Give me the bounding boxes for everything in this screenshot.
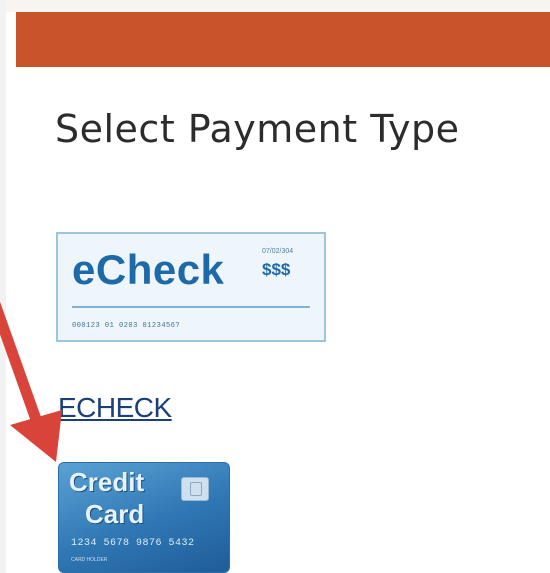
top-padding bbox=[0, 0, 550, 12]
echeck-image-date: 07/02/304 bbox=[262, 248, 294, 255]
echeck-image[interactable]: eCheck 07/02/304 $$$ 000123 01 0203 0123… bbox=[56, 232, 326, 342]
echeck-image-amount: $$$ bbox=[262, 260, 291, 279]
card-chip-detail bbox=[190, 482, 202, 496]
left-border bbox=[0, 0, 6, 573]
annotation-arrow-head bbox=[10, 410, 62, 462]
credit-card-image-word-line2: Card bbox=[85, 499, 145, 529]
echeck-image-micr: 000123 01 0203 0123456? bbox=[72, 322, 181, 330]
payment-page: Select Payment Type eCheck 07/02/304 $$$… bbox=[0, 0, 550, 573]
card-chip-icon bbox=[181, 477, 209, 501]
echeck-link[interactable]: ECHECK bbox=[58, 392, 172, 424]
credit-card-image-holder: CARD HOLDER bbox=[71, 557, 108, 563]
credit-card-image-word-line1: Credit bbox=[69, 467, 145, 497]
echeck-image-rule bbox=[72, 306, 310, 308]
credit-card-image-number: 1234 5678 9876 5432 bbox=[71, 538, 195, 549]
header-bar bbox=[16, 12, 550, 67]
echeck-image-word: eCheck bbox=[72, 246, 225, 293]
credit-card-image[interactable]: Credit Card 1234 5678 9876 5432 CARD HOL… bbox=[58, 462, 230, 573]
page-title: Select Payment Type bbox=[55, 107, 460, 151]
